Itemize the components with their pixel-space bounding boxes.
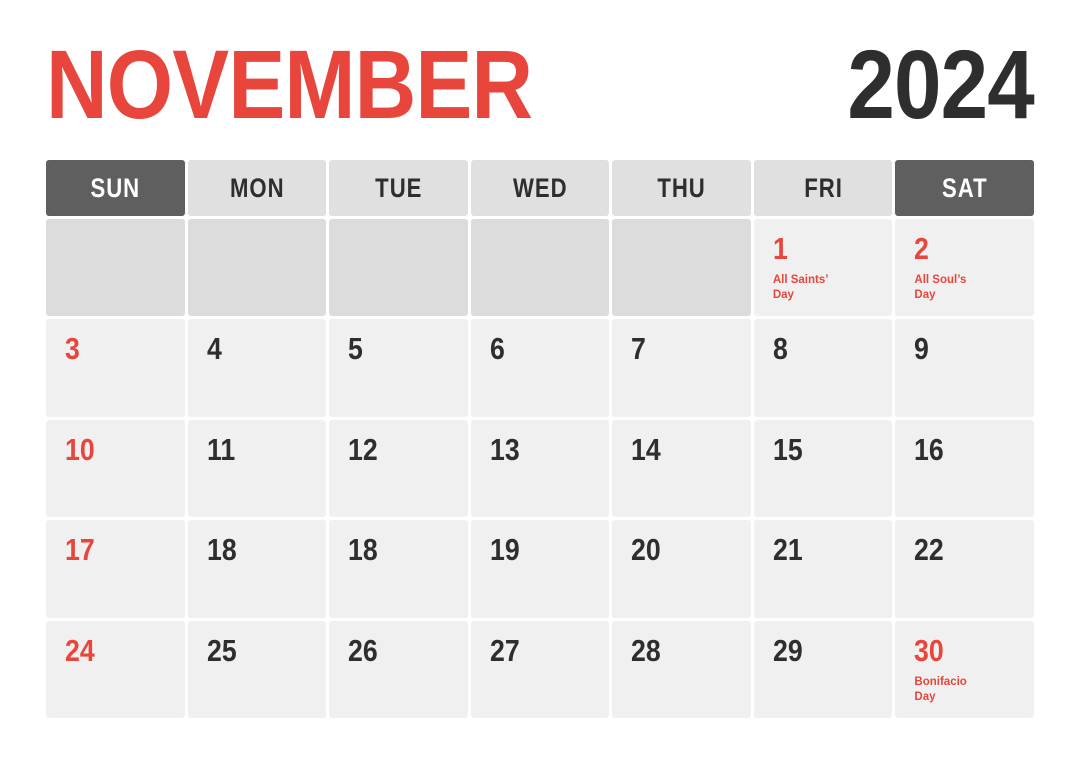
calendar-cell-day-9[interactable]: 9 [895,319,1034,417]
calendar-cell-day-1[interactable]: 1 All Saints’ Day [753,219,893,317]
dayname-label: SUN [90,172,141,203]
date-number: 18 [348,532,378,568]
calendar-cell-day-16[interactable]: 16 [895,419,1034,518]
holiday-label: All Saints’ Day [772,274,829,302]
calendar-cell-empty [470,219,610,317]
month-title: NOVEMBER [46,30,533,140]
dayname-label: MON [229,172,285,203]
calendar-cell-day-19[interactable]: 19 [470,520,610,618]
date-number: 28 [631,632,661,668]
date-number: 24 [65,632,95,668]
calendar-cell-day-22[interactable]: 22 [895,520,1034,618]
calendar-page: NOVEMBER 2024 SUN MON TUE WED THU FRI SAT 1 All … [0,0,1080,765]
calendar-cell-day-15[interactable]: 15 [753,419,893,518]
date-number: 10 [65,431,95,467]
date-number: 17 [65,532,95,568]
calendar-cell-day-28[interactable]: 28 [612,620,751,718]
dayname-label: SAT [941,172,988,203]
date-number: 22 [914,532,945,568]
date-number: 9 [914,331,930,367]
date-number: 5 [348,331,363,367]
date-number: 1 [772,231,788,266]
calendar-cell-day-18[interactable]: 18 [187,520,327,618]
date-number: 18 [206,532,237,568]
date-number: 4 [206,331,222,367]
calendar-cell-empty [612,219,751,317]
date-number: 3 [65,331,80,367]
dayname-label: TUE [374,172,423,203]
holiday-label: Bonifacio Day [914,675,967,703]
holiday-label: All Soul’s Day [914,274,967,302]
calendar-cell-empty [46,219,185,317]
calendar-cell-day-3[interactable]: 3 [46,319,185,417]
calendar-cell-day-2[interactable]: 2 All Soul’s Day [895,219,1034,317]
calendar-grid: SUN MON TUE WED THU FRI SAT 1 All Saints’ Day 2 Al… [46,160,1034,718]
date-number: 26 [348,632,378,668]
calendar-cell-day-29[interactable]: 29 [753,620,893,718]
calendar-cell-day-12[interactable]: 12 [329,419,468,518]
calendar-cell-empty [187,219,327,317]
calendar-cell-day-18[interactable]: 18 [329,520,468,618]
calendar-cell-day-25[interactable]: 25 [187,620,327,718]
date-number: 11 [206,431,235,467]
calendar-cell-day-21[interactable]: 21 [753,520,893,618]
calendar-cell-day-5[interactable]: 5 [329,319,468,417]
date-number: 6 [489,331,505,367]
calendar-cell-day-13[interactable]: 13 [470,419,610,518]
calendar-cell-empty [329,219,468,317]
date-number: 27 [489,632,520,668]
date-number: 16 [914,431,945,467]
date-number: 2 [914,231,930,266]
calendar-cell-day-8[interactable]: 8 [753,319,893,417]
date-number: 20 [631,532,661,568]
date-number: 12 [348,431,378,467]
dayname-label: THU [657,172,706,203]
dayname-label: WED [512,172,568,203]
calendar-cell-day-4[interactable]: 4 [187,319,327,417]
year-title: 2024 [847,30,1035,140]
calendar-cell-day-24[interactable]: 24 [46,620,185,718]
date-number: 15 [772,431,803,467]
date-number: 25 [206,632,237,668]
calendar-cell-day-27[interactable]: 27 [470,620,610,718]
dayname-header-tue: TUE [329,160,468,216]
date-number: 29 [772,632,803,668]
calendar-cell-day-7[interactable]: 7 [612,319,751,417]
dayname-header-sat: SAT [895,160,1034,216]
date-number: 14 [631,431,661,467]
dayname-header-fri: FRI [753,160,893,216]
date-number: 30 [914,632,945,668]
date-number: 8 [772,331,788,367]
date-number: 21 [772,532,803,568]
dayname-label: FRI [803,172,843,203]
dayname-header-thu: THU [612,160,751,216]
date-number: 7 [631,331,647,367]
calendar-title-bar: NOVEMBER 2024 [46,26,1035,144]
calendar-cell-day-14[interactable]: 14 [612,419,751,518]
calendar-cell-day-6[interactable]: 6 [470,319,610,417]
calendar-cell-day-30[interactable]: 30 Bonifacio Day [895,620,1034,718]
date-number: 19 [489,532,520,568]
calendar-cell-day-26[interactable]: 26 [329,620,468,718]
date-number: 13 [489,431,520,467]
calendar-cell-day-10[interactable]: 10 [46,419,185,518]
calendar-cell-day-17[interactable]: 17 [46,520,185,618]
dayname-header-sun: SUN [46,160,185,216]
dayname-header-wed: WED [470,160,610,216]
dayname-header-mon: MON [187,160,327,216]
calendar-cell-day-20[interactable]: 20 [612,520,751,618]
calendar-cell-day-11[interactable]: 11 [187,419,327,518]
